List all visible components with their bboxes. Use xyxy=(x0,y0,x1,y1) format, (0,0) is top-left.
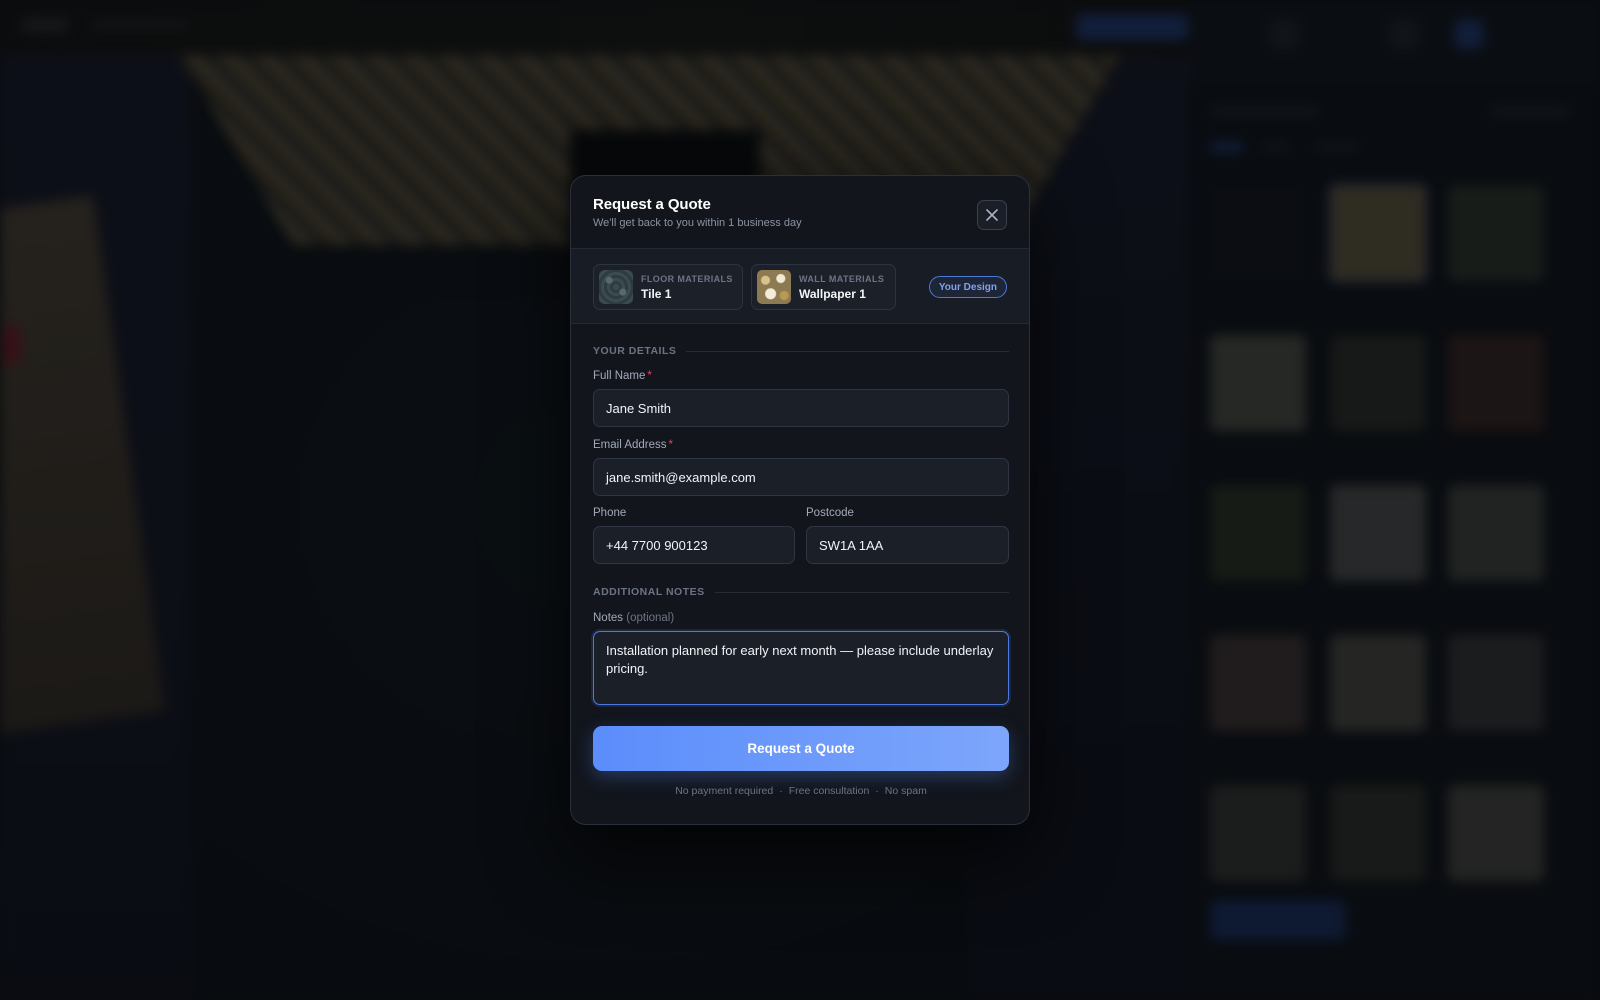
assurance-line: No payment required · Free consultation · No… xyxy=(593,785,1009,797)
floor-material-name: Tile 1 xyxy=(641,286,672,301)
required-marker: * xyxy=(668,439,673,451)
floor-material-category: FLOOR MATERIALS xyxy=(641,273,733,284)
phone-field[interactable]: +44 7700 900123 xyxy=(593,526,795,564)
email-label: Email Address * xyxy=(593,439,673,451)
full-name-field[interactable]: Jane Smith xyxy=(593,389,1009,427)
assurance-free-consultation: Free consultation xyxy=(788,785,870,797)
optional-hint: (optional) xyxy=(626,612,675,624)
your-design-badge: Your Design xyxy=(928,276,1007,298)
modal-header: Request a Quote We'll get back to you wi… xyxy=(571,176,1029,248)
modal-title: Request a Quote xyxy=(593,196,711,213)
section-heading-notes: ADDITIONAL NOTES xyxy=(593,585,1009,599)
design-summary: FLOOR MATERIALS Tile 1 WALL MATERIALS Wa… xyxy=(571,248,1029,324)
notes-label-text: Notes xyxy=(593,612,624,624)
email-field[interactable]: jane.smith@example.com xyxy=(593,458,1009,496)
section-divider xyxy=(686,350,1009,352)
separator: · xyxy=(875,785,879,797)
assurance-no-spam: No spam xyxy=(884,785,927,797)
modal-subtitle: We'll get back to you within 1 business … xyxy=(593,217,802,229)
floor-material-thumbnail xyxy=(599,270,633,304)
wall-material-name: Wallpaper 1 xyxy=(799,286,866,301)
wall-material-card: WALL MATERIALS Wallpaper 1 xyxy=(751,264,896,310)
notes-textarea[interactable]: Installation planned for early next mont… xyxy=(593,631,1009,705)
email-label-text: Email Address xyxy=(593,439,667,451)
separator: · xyxy=(779,785,783,797)
full-name-label-text: Full Name xyxy=(593,370,646,382)
postcode-label: Postcode xyxy=(806,507,854,519)
section-heading-text: ADDITIONAL NOTES xyxy=(593,586,705,598)
section-heading-text: YOUR DETAILS xyxy=(593,345,677,357)
section-divider xyxy=(714,591,1009,593)
postcode-field[interactable]: SW1A 1AA xyxy=(806,526,1009,564)
quote-modal: Request a Quote We'll get back to you wi… xyxy=(570,175,1030,825)
wall-material-thumbnail xyxy=(757,270,791,304)
assurance-no-payment: No payment required xyxy=(675,785,774,797)
floor-material-card: FLOOR MATERIALS Tile 1 xyxy=(593,264,743,310)
notes-label: Notes (optional) xyxy=(593,612,674,624)
close-button[interactable] xyxy=(977,200,1007,230)
wall-material-category: WALL MATERIALS xyxy=(799,273,885,284)
full-name-label: Full Name * xyxy=(593,370,652,382)
close-icon xyxy=(986,209,998,221)
section-heading-details: YOUR DETAILS xyxy=(593,344,1009,358)
required-marker: * xyxy=(647,370,652,382)
request-quote-button[interactable]: Request a Quote xyxy=(593,726,1009,771)
phone-label: Phone xyxy=(593,507,627,519)
